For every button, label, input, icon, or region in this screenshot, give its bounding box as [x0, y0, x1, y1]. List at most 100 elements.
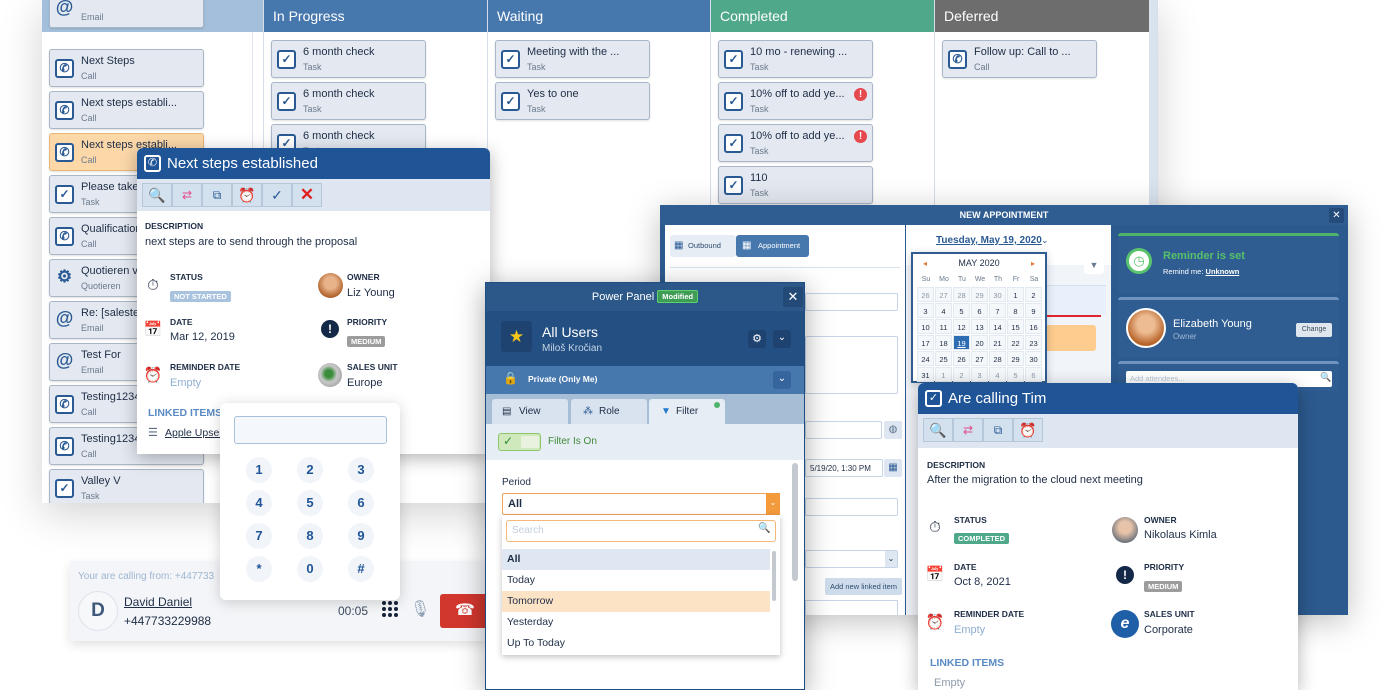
- calendar-day[interactable]: 1: [935, 367, 952, 382]
- calendar-day[interactable]: 9: [1025, 303, 1042, 318]
- calendar-day[interactable]: 22: [1007, 335, 1024, 350]
- gear-settings-icon[interactable]: ⚙: [748, 330, 766, 348]
- next-month-icon[interactable]: ▸: [1031, 259, 1035, 268]
- period-option[interactable]: All: [502, 549, 770, 570]
- dropdown-search-input[interactable]: Search: [506, 520, 776, 542]
- calendar-day[interactable]: 28: [953, 287, 970, 302]
- period-option[interactable]: Up To Today: [502, 633, 770, 654]
- calendar-day[interactable]: 23: [1025, 335, 1042, 350]
- linked-select[interactable]: ⌄: [805, 550, 898, 568]
- add-new-linked-item-button[interactable]: Add new linked item: [825, 578, 902, 595]
- period-option[interactable]: Yesterday: [502, 612, 770, 633]
- filter-icon[interactable]: ▼: [1084, 257, 1104, 274]
- calendar-day[interactable]: 2: [953, 367, 970, 382]
- reassign-button[interactable]: ⇄: [172, 183, 202, 207]
- calendar-day[interactable]: 27: [971, 351, 988, 366]
- tab-filter[interactable]: ▼ Filter: [649, 399, 725, 424]
- dropdown-scrollbar[interactable]: [772, 551, 776, 601]
- reminder-value-link[interactable]: Unknown: [1206, 267, 1240, 276]
- kanban-card[interactable]: ✓ Meeting with the ... Task: [495, 40, 650, 78]
- calendar-picker-icon[interactable]: ▦: [884, 459, 902, 477]
- chevron-down-icon[interactable]: ⌄: [1041, 235, 1049, 246]
- calendar-day[interactable]: 5: [953, 303, 970, 318]
- end-input[interactable]: [805, 498, 898, 516]
- calendar-day[interactable]: 25: [935, 351, 952, 366]
- kanban-card[interactable]: ✆ Next Steps Call: [49, 49, 204, 87]
- kanban-card[interactable]: ✓ 6 month check Task: [271, 40, 426, 78]
- period-option[interactable]: Today: [502, 570, 770, 591]
- calendar-day[interactable]: 5: [1007, 367, 1024, 382]
- search-button[interactable]: 🔍: [923, 418, 953, 442]
- delete-button[interactable]: ✕: [292, 183, 322, 207]
- kanban-card[interactable]: ✓ 10 mo - renewing ... Task: [718, 40, 873, 78]
- description-textarea[interactable]: [805, 336, 898, 394]
- calendar-day[interactable]: 8: [1007, 303, 1024, 318]
- reminder-button[interactable]: ⏰: [232, 183, 262, 207]
- calendar-day[interactable]: 29: [1007, 351, 1024, 366]
- star-favorite-icon[interactable]: ★: [501, 321, 532, 352]
- calendar-day[interactable]: 2: [1025, 287, 1042, 302]
- calendar-day[interactable]: 4: [989, 367, 1006, 382]
- dialpad-key[interactable]: 2: [297, 457, 323, 483]
- search-button[interactable]: 🔍: [142, 183, 172, 207]
- calendar-day[interactable]: 20: [971, 335, 988, 350]
- kanban-card[interactable]: ✆ Next steps establi... Call: [49, 91, 204, 129]
- dialpad-key[interactable]: 6: [348, 490, 374, 516]
- calendar-day[interactable]: 26: [953, 351, 970, 366]
- calendar-day[interactable]: 12: [953, 319, 970, 334]
- kanban-card[interactable]: ✓ Yes to one Task: [495, 82, 650, 120]
- chevron-down-icon[interactable]: ⌄: [773, 371, 791, 389]
- calendar-day[interactable]: 13: [971, 319, 988, 334]
- calendar-day[interactable]: 3: [971, 367, 988, 382]
- close-dialog-button[interactable]: ✕: [1329, 208, 1344, 223]
- calendar-day[interactable]: 26: [917, 287, 934, 302]
- kanban-card[interactable]: ✓ Valley V Task: [49, 469, 204, 503]
- calendar-day[interactable]: 28: [989, 351, 1006, 366]
- calendar-day[interactable]: 10: [917, 319, 934, 334]
- globe-location-icon[interactable]: ◍: [884, 421, 902, 439]
- calendar-day[interactable]: 1: [1007, 287, 1024, 302]
- kanban-card[interactable]: ✓ 110 Task: [718, 166, 873, 204]
- convert-button[interactable]: ⧉: [202, 183, 232, 207]
- tab-appointment[interactable]: ▦ Appointment: [736, 235, 809, 257]
- calendar-day[interactable]: 4: [935, 303, 952, 318]
- complete-button[interactable]: ✓: [262, 183, 292, 207]
- owner-value[interactable]: Liz Young: [347, 287, 395, 299]
- change-owner-button[interactable]: Change: [1296, 323, 1332, 337]
- calendar-day[interactable]: 17: [917, 335, 934, 350]
- tab-outbound[interactable]: ▦ Outbound: [670, 235, 736, 257]
- tab-role[interactable]: ⁂ Role: [571, 399, 647, 424]
- calendar-day[interactable]: 24: [917, 351, 934, 366]
- dialpad-key[interactable]: 4: [246, 490, 272, 516]
- calendar-day[interactable]: 7: [989, 303, 1006, 318]
- kanban-card[interactable]: ✓ 10% off to add ye... Task!: [718, 82, 873, 120]
- dialpad-key[interactable]: 8: [297, 523, 323, 549]
- calendar-day[interactable]: 6: [1025, 367, 1042, 382]
- dialpad-key[interactable]: #: [348, 556, 374, 582]
- reminder-button[interactable]: ⏰: [1013, 418, 1043, 442]
- calendar-day[interactable]: 14: [989, 319, 1006, 334]
- dialpad-key[interactable]: 3: [348, 457, 374, 483]
- kanban-card[interactable]: @ Email: [49, 0, 204, 28]
- location-input[interactable]: [805, 421, 882, 439]
- date-picker-link[interactable]: Tuesday, May 19, 2020: [936, 235, 1042, 246]
- mute-microphone-icon[interactable]: 🎙: [410, 599, 430, 619]
- calendar-day[interactable]: 6: [971, 303, 988, 318]
- calendar-day[interactable]: 15: [1007, 319, 1024, 334]
- dialpad-key[interactable]: 0: [297, 556, 323, 582]
- kanban-card[interactable]: ✓ 6 month check Task: [271, 82, 426, 120]
- close-panel-button[interactable]: ✕: [783, 287, 803, 307]
- kanban-card[interactable]: ✆ Follow up: Call to ... Call: [942, 40, 1097, 78]
- calendar-day[interactable]: 30: [989, 287, 1006, 302]
- calendar-day[interactable]: 18: [935, 335, 952, 350]
- dialpad-key[interactable]: 1: [246, 457, 272, 483]
- start-datetime-input[interactable]: 5/19/20, 1:30 PM: [805, 459, 883, 477]
- linked-item-link[interactable]: Apple Upsel: [165, 427, 222, 439]
- convert-button[interactable]: ⧉: [983, 418, 1013, 442]
- dialpad-number-input[interactable]: [234, 416, 387, 444]
- calendar-day[interactable]: 3: [917, 303, 934, 318]
- dialpad-key[interactable]: 7: [246, 523, 272, 549]
- calendar-day[interactable]: 27: [935, 287, 952, 302]
- dialpad-key[interactable]: 9: [348, 523, 374, 549]
- calendar-day[interactable]: 11: [935, 319, 952, 334]
